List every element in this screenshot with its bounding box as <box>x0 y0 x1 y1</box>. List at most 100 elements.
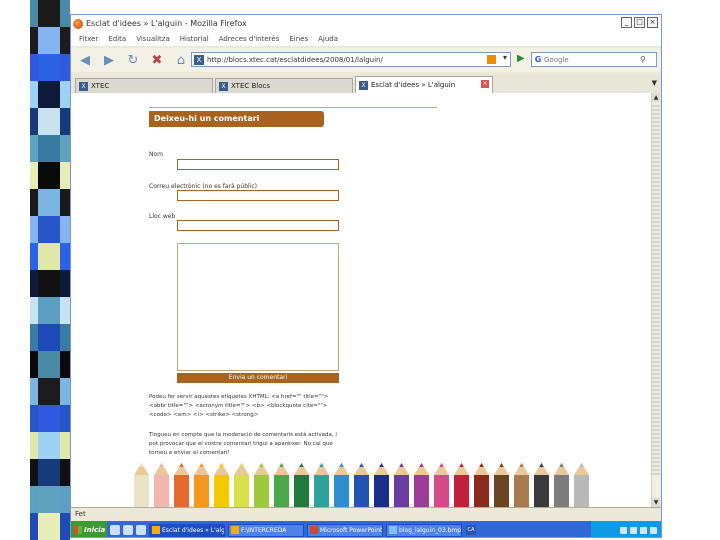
pencil-body <box>194 475 209 507</box>
email-field[interactable] <box>177 190 339 201</box>
powerpoint-icon <box>310 526 318 534</box>
divider <box>149 107 437 108</box>
strip-block-inner <box>38 270 60 298</box>
reload-icon[interactable]: ↻ <box>125 52 141 68</box>
language-indicator[interactable]: CA <box>466 525 476 535</box>
search-bar: G ⚲ <box>531 52 657 67</box>
strip-block-inner <box>38 216 60 244</box>
strip-block-inner <box>38 108 60 136</box>
tab-xtec-blocs[interactable]: X XTEC Blocs <box>215 78 353 93</box>
strip-block-inner <box>38 54 60 82</box>
pencil-body <box>274 475 289 507</box>
menu-bookmarks[interactable]: Adreces d'interès <box>219 35 280 43</box>
strip-block-inner <box>38 189 60 217</box>
strip-block-inner <box>38 81 60 109</box>
start-button[interactable]: Inicia <box>71 521 107 537</box>
pencil-lead <box>319 463 324 467</box>
menu-file[interactable]: Fitxer <box>79 35 98 43</box>
close-window-button[interactable]: × <box>647 17 658 28</box>
strip-block-inner <box>38 459 60 487</box>
search-icon[interactable]: ⚲ <box>640 55 646 64</box>
pencil-body <box>554 475 569 507</box>
taskbar: Inicia Esclat d'idees » L'alg... F:\INTE… <box>71 521 661 537</box>
pencil-body <box>234 475 249 507</box>
task-label: F:\INTERCREDA <box>241 526 287 534</box>
chevron-down-icon[interactable]: ▾ <box>503 53 507 62</box>
pencil-lead <box>199 463 204 467</box>
email-label: Correu electrònic (no es farà públic) <box>149 183 258 190</box>
pencil-body <box>174 475 189 507</box>
google-icon[interactable]: G <box>532 55 544 64</box>
maximize-button[interactable]: □ <box>634 17 645 28</box>
back-icon[interactable]: ◀ <box>77 52 93 68</box>
name-field[interactable] <box>177 159 339 170</box>
scroll-thumb[interactable] <box>652 105 660 475</box>
task-label: blog_lalguin_03.bmp -... <box>399 526 461 534</box>
pencil-lead <box>299 463 304 467</box>
tab-favicon: X <box>79 81 88 91</box>
browser-window: Esclat d'idees » L'alguin - Mozilla Fire… <box>70 14 662 538</box>
quicklaunch-firefox-icon[interactable] <box>136 525 146 535</box>
pencil-lead <box>579 463 584 467</box>
pencil-body <box>414 475 429 507</box>
tab-xtec[interactable]: X XTEC <box>75 78 213 93</box>
scroll-up-icon[interactable]: ▲ <box>652 93 660 102</box>
pencil-lead <box>179 463 184 467</box>
tray-icon[interactable] <box>620 526 627 534</box>
pencil-lead <box>139 463 144 467</box>
tray-icon[interactable] <box>650 526 657 534</box>
pencil-body <box>574 475 589 507</box>
strip-block-inner <box>38 486 60 514</box>
tray-icon[interactable] <box>640 526 647 534</box>
scroll-down-icon[interactable]: ▼ <box>652 498 660 507</box>
menu-bar: Fitxer Edita Visualitza Historial Adrece… <box>71 32 661 46</box>
strip-graphic <box>30 0 70 540</box>
name-label: Nom <box>149 151 164 158</box>
pencil-body <box>154 475 169 507</box>
menu-view[interactable]: Visualitza <box>136 35 170 43</box>
menu-help[interactable]: Ajuda <box>318 35 338 43</box>
quicklaunch-desktop-icon[interactable] <box>123 525 133 535</box>
strip-block-inner <box>38 297 60 325</box>
tray-icon[interactable] <box>630 526 637 534</box>
url-text: http://blocs.xtec.cat/esclatdidees/2008/… <box>207 55 383 64</box>
comment-textarea[interactable] <box>177 243 339 371</box>
pencil-lead <box>419 463 424 467</box>
search-input[interactable] <box>544 55 640 64</box>
pencil-lead <box>439 463 444 467</box>
home-icon[interactable]: ⌂ <box>173 52 189 68</box>
task-label: Microsoft PowerPoint... <box>320 526 382 534</box>
close-tab-icon[interactable]: × <box>481 80 489 88</box>
pencil-body <box>494 475 509 507</box>
vertical-scrollbar[interactable]: ▲ ▼ <box>651 93 660 507</box>
colored-pencils-image <box>134 463 589 507</box>
stop-icon[interactable]: ✖ <box>149 52 165 68</box>
decorative-color-strip <box>0 0 70 540</box>
web-label: Lloc web <box>149 213 176 220</box>
rss-icon[interactable] <box>487 55 496 64</box>
pencil-body <box>254 475 269 507</box>
task-firefox[interactable]: Esclat d'idees » L'alg... <box>149 523 225 537</box>
tab-list-icon[interactable]: ▼ <box>652 79 657 87</box>
menu-edit[interactable]: Edita <box>108 35 126 43</box>
task-powerpoint[interactable]: Microsoft PowerPoint... <box>307 523 383 537</box>
status-bar: Fet <box>71 507 661 521</box>
pencil-body <box>214 475 229 507</box>
menu-history[interactable]: Historial <box>180 35 209 43</box>
pencil-lead <box>379 463 384 467</box>
address-bar[interactable]: X http://blocs.xtec.cat/esclatdidees/200… <box>191 52 511 67</box>
pencil-lead <box>399 463 404 467</box>
xhtml-tags-note: Podeu fer servir aquestes etiquetes XHTM… <box>149 394 329 418</box>
tab-esclat[interactable]: X Esclat d'idees » L'alguin × <box>355 76 493 93</box>
tab-label: XTEC <box>91 82 110 90</box>
quicklaunch-ie-icon[interactable] <box>110 525 120 535</box>
pencil-lead <box>499 463 504 467</box>
submit-comment-button[interactable]: Envia un comentari <box>177 373 339 383</box>
task-folder[interactable]: F:\INTERCREDA <box>228 523 304 537</box>
menu-tools[interactable]: Eines <box>289 35 308 43</box>
web-field[interactable] <box>177 220 339 231</box>
minimize-button[interactable]: _ <box>621 17 632 28</box>
task-paint[interactable]: blog_lalguin_03.bmp -... <box>386 523 462 537</box>
forward-icon[interactable]: ▶ <box>101 52 117 68</box>
go-icon[interactable]: ▶ <box>517 53 525 64</box>
